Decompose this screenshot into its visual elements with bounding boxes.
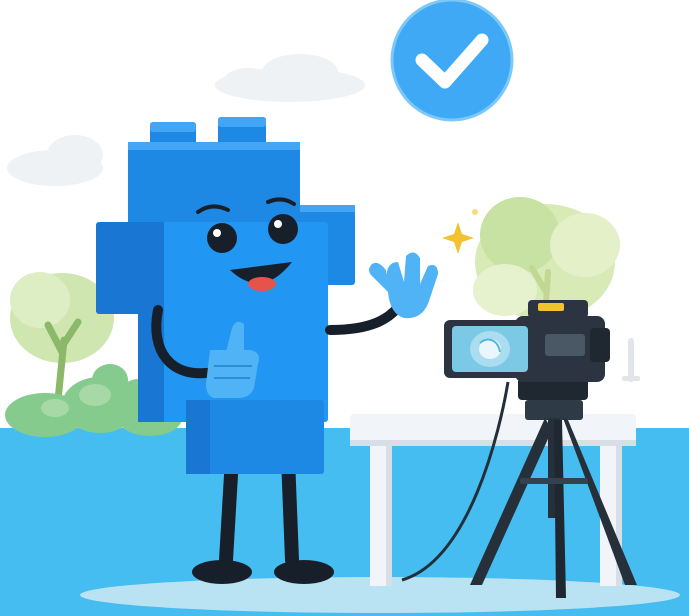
illustration-canvas [0, 0, 689, 616]
waving-hand-icon [369, 252, 438, 319]
sparkle-icon [442, 209, 478, 254]
cloud-top [215, 54, 365, 102]
illustration-scene [0, 0, 689, 616]
wall-fixture [622, 338, 640, 382]
cloud-left [7, 135, 103, 186]
checkmark-icon [390, 0, 514, 122]
